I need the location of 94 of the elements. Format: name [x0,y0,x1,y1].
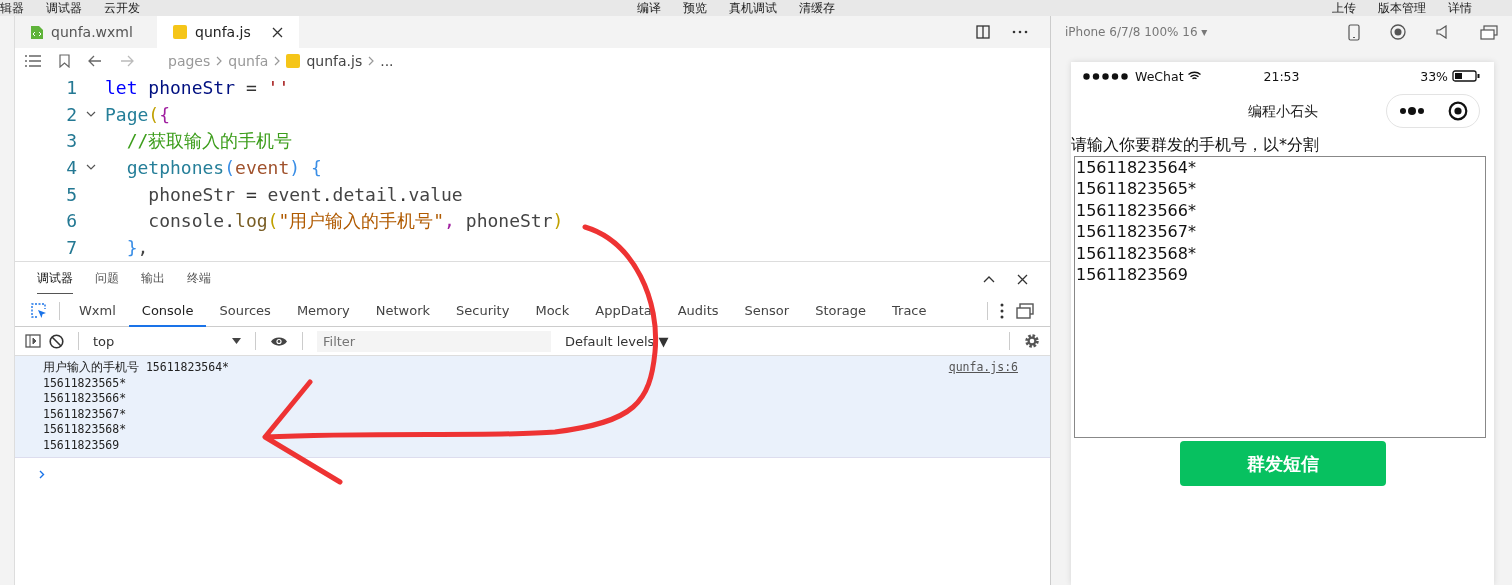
panel-tab[interactable]: 终端 [187,264,211,294]
console-output-line: 用户输入的手机号 15611823564* [43,360,229,376]
undock-icon[interactable] [1016,303,1034,319]
carrier-label: WeChat [1135,68,1184,84]
wifi-icon [1187,71,1201,81]
console-output-line: 15611823567* [43,406,128,422]
battery-percent: 33% [1420,68,1448,84]
inspect-cursor-icon[interactable] [31,303,47,319]
record-icon[interactable] [1390,24,1406,40]
record-icon[interactable] [1447,101,1468,121]
menu-item[interactable]: 云开发 [104,1,140,15]
menu-item[interactable]: 调试器 [46,1,82,15]
line-number: 1 [65,76,77,98]
clear-console-icon[interactable] [49,333,64,349]
devtools-tab[interactable]: Network [362,295,444,327]
outline-icon[interactable] [25,55,41,67]
devtools-tab[interactable]: Mock [522,295,583,327]
chevron-right-icon [274,56,281,66]
fold-chevron-icon[interactable] [86,164,96,171]
phone-numbers-field[interactable]: 15611823564* 15611823565* 15611823566* 15611823567* 15611823568* 15611823569 [1074,156,1486,438]
battery-icon [1452,70,1480,82]
signal-icon [1083,72,1131,80]
bookmark-icon[interactable] [59,54,70,68]
line-number: 5 [65,183,77,205]
devtools-tab[interactable]: Audits [664,295,732,327]
toolbar-item[interactable]: 上传 [1332,1,1356,15]
sidebar-toggle-icon[interactable] [25,334,41,348]
devtools-tab[interactable]: Sources [206,295,284,327]
code-file-icon [31,25,43,39]
toolbar-item[interactable]: 版本管理 [1378,1,1426,15]
toolbar-item[interactable]: 详情 [1448,1,1472,15]
toolbar-item[interactable]: 真机调试 [729,1,777,15]
devtools-tab[interactable]: Memory [283,295,363,327]
code-line: console.log("用户输入的手机号", phoneStr) [147,208,564,233]
fold-chevron-icon[interactable] [86,111,96,118]
file-tab[interactable]: qunfa.wxml [15,16,157,48]
file-tab[interactable]: qunfa.js [157,16,299,48]
page-title: 编程小石头 [1247,103,1318,121]
split-editor-icon[interactable] [976,25,990,39]
line-number: 7 [65,236,77,258]
code-line: getphones(event) { [125,156,322,178]
status-time: 21:53 [1263,68,1300,84]
js-file-icon [173,25,187,39]
chevron-right-icon [368,56,375,66]
panel-tab[interactable]: 调试器 [37,264,73,294]
chevron-right-icon [216,56,223,66]
code-line: Page({ [105,103,171,125]
toolbar-item[interactable]: 预览 [683,1,707,15]
close-icon[interactable] [1017,273,1028,285]
toolbar-item[interactable]: 编译 [637,1,661,15]
context-dropdown[interactable]: top [93,333,241,349]
console-output-line: 15611823569 [43,437,121,453]
more-icon[interactable] [1012,30,1028,34]
panel-tab[interactable]: 输出 [141,264,165,294]
filter-field[interactable]: Filter [317,330,551,352]
devtools-tab[interactable]: Console [128,295,207,327]
code-line: phoneStr = event.detail.value [147,183,463,205]
kebab-menu-icon[interactable] [1000,303,1004,319]
breadcrumb-item[interactable]: ... [380,53,394,69]
line-number: 6 [65,210,77,232]
devtools-tab[interactable]: AppData [582,295,665,327]
breadcrumb-item[interactable]: qunfa.js [306,53,363,69]
back-arrow-icon[interactable] [88,55,102,67]
toolbar-item[interactable]: 清缓存 [799,1,835,15]
prompt-text: 请输入你要群发的手机号，以*分割 [1071,134,1320,156]
devtools-tab[interactable]: Trace [879,295,940,327]
source-link[interactable]: qunfa.js:6 [948,360,1018,453]
collapse-chevron-icon[interactable] [983,275,995,283]
phone-icon[interactable] [1348,23,1360,41]
devtools-tab[interactable]: Sensor [731,295,803,327]
settings-icon[interactable] [1024,333,1040,349]
code-line: let phoneStr = '' [105,76,290,98]
device-selector[interactable]: iPhone 6/7/8 100% 16 ▾ [1065,25,1208,39]
console-output-line: 15611823566* [43,391,128,407]
line-number: 4 [65,156,77,178]
console-output-line: 15611823568* [43,422,128,438]
devtools-tab[interactable]: Wxml [66,295,129,327]
more-icon[interactable] [1398,106,1425,116]
line-number: 3 [65,130,77,152]
panel-tab[interactable]: 问题 [95,264,119,294]
eye-icon[interactable] [270,335,288,347]
js-file-icon [286,54,301,68]
devtools-tab[interactable]: Storage [802,295,880,327]
speaker-icon[interactable] [1436,25,1450,39]
dropdown-caret-icon [232,338,241,344]
devtools-tab[interactable]: Security [443,295,523,327]
code-line: }, [125,236,149,258]
windows-icon[interactable] [1480,24,1498,40]
menu-item[interactable]: 辑器 [0,1,24,15]
console-output-line: 15611823565* [43,375,128,391]
prompt-chevron-icon[interactable] [39,470,45,479]
code-line: //获取输入的手机号 [125,128,293,153]
line-number: 2 [65,103,77,125]
close-icon[interactable] [272,26,283,38]
